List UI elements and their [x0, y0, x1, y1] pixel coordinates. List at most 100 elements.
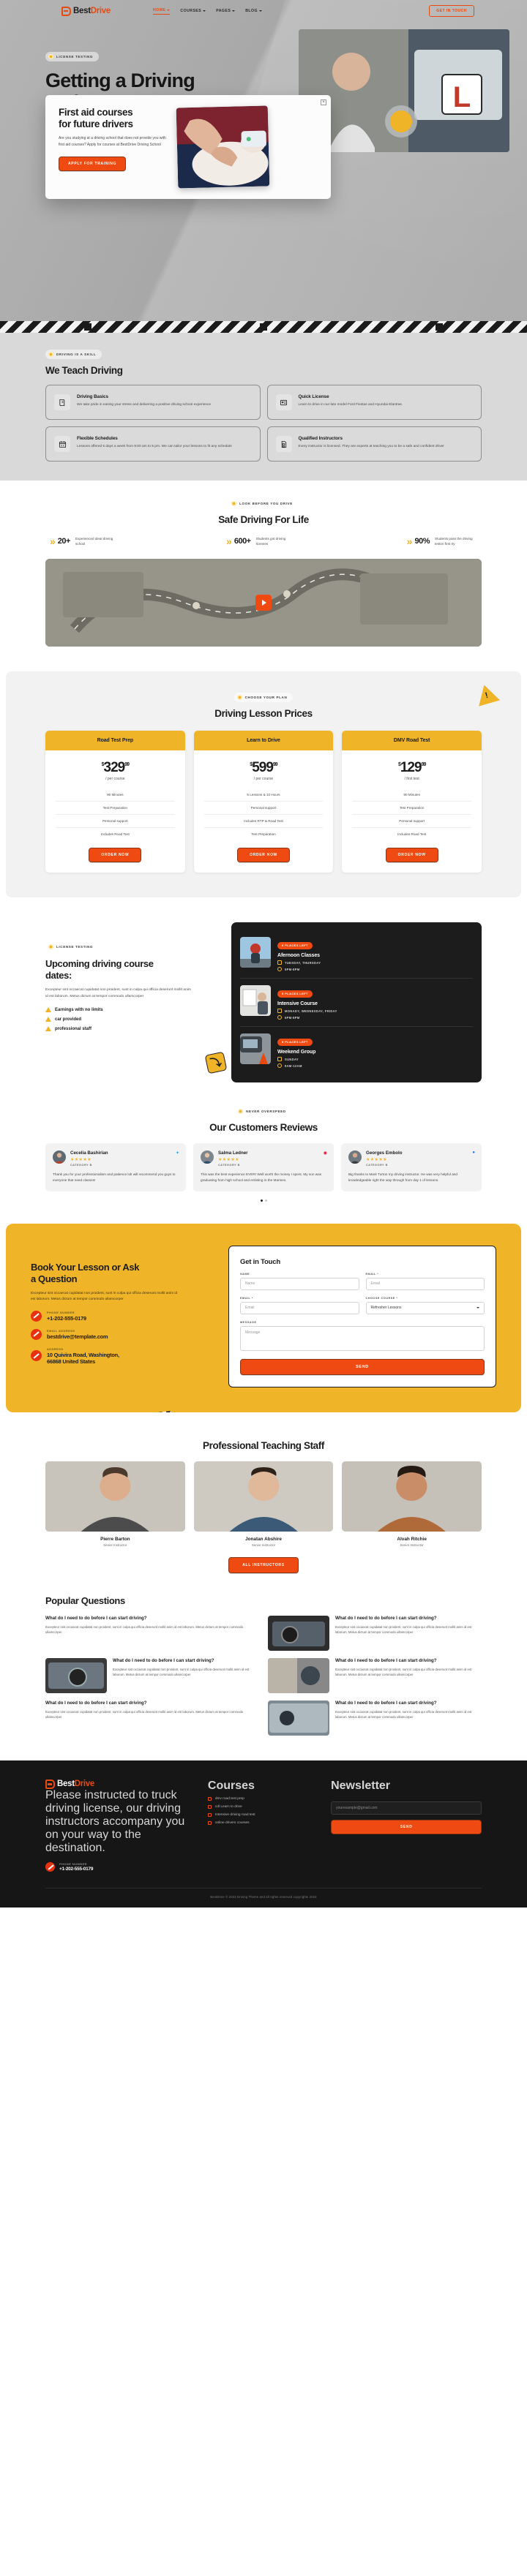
nav-item-pages[interactable]: PAGES	[216, 8, 236, 15]
course-select-value: Refresher Lessons	[370, 1306, 402, 1311]
hero-eyebrow-badge: LICENSE TESTING	[45, 52, 100, 61]
warning-triangle-icon	[45, 1017, 51, 1023]
nav-item-blog[interactable]: BLOG	[245, 8, 263, 15]
nav-item-courses[interactable]: COURSES	[180, 8, 206, 15]
pricing-eyebrow-text: CHOOSE YOUR PLAN	[244, 696, 288, 699]
email-input[interactable]: Email	[365, 1277, 485, 1290]
course-name: Weekend Group	[277, 1050, 316, 1055]
phone-value[interactable]: +1-202-555-0179	[47, 1315, 86, 1322]
phone-sign-icon	[31, 1310, 42, 1322]
twitter-icon[interactable]: ✦	[176, 1150, 179, 1156]
review-text: Big thanks to Mark Turton my driving ins…	[348, 1172, 458, 1183]
carousel-dot[interactable]	[264, 1199, 267, 1202]
message-textarea[interactable]: Message	[240, 1325, 485, 1351]
plan-feature: Includes Road Test	[100, 832, 130, 836]
newsletter-email-input[interactable]: yourexample@gmail.com	[331, 1801, 482, 1815]
footer-logo[interactable]: BestDrive	[45, 1779, 196, 1789]
footer-phone: PHONE NUMBER +1-202-555-0179	[45, 1861, 196, 1872]
contact-info: Book Your Lesson or Ask a Question Excep…	[31, 1246, 214, 1387]
plan-features: 90 Minutes Test Preparation Personal sup…	[352, 788, 471, 840]
form-title: Get in Touch	[240, 1257, 280, 1266]
stat-value: 600+	[233, 537, 251, 546]
faq-item[interactable]: What do I need to do before I can start …	[45, 1616, 259, 1651]
service-card[interactable]: Driving Basics We take pride in easing y…	[45, 385, 261, 420]
reviews-title: Our Customers Reviews	[209, 1122, 318, 1133]
footer-course-link[interactable]: dmv road test prep	[207, 1796, 319, 1801]
modal-title-line1: First aid courses	[59, 107, 133, 118]
warning-triangle-icon	[45, 1007, 51, 1013]
site-logo[interactable]: BestDrive	[61, 6, 111, 16]
rating-stars: ★★★★★	[70, 1158, 91, 1162]
faq-item[interactable]: What do I need to do before I can start …	[268, 1700, 482, 1736]
clock-icon	[277, 967, 282, 971]
faq-item[interactable]: What do I need to do before I can start …	[45, 1701, 259, 1736]
footer-about-text: Please instructed to truck driving licen…	[45, 1788, 185, 1854]
contact-address: ADDRESS 10 Quivira Road, Washington, 668…	[31, 1347, 214, 1365]
footer-phone-value[interactable]: +1-202-555-0179	[59, 1867, 93, 1872]
nav-item-home[interactable]: HOME	[153, 8, 171, 15]
chevron-down-icon	[167, 9, 171, 11]
footer-course-link[interactable]: Intensive driving road test	[207, 1812, 319, 1817]
get-in-touch-button[interactable]: GET IN TOUCH	[429, 5, 474, 17]
faq-item[interactable]: What do I need to do before I can start …	[268, 1615, 482, 1651]
course-row[interactable]: 6 PLACES LEFT Afernoon Classes TUESDAY, …	[240, 930, 473, 979]
chevron-down-icon	[232, 10, 236, 12]
driving-course-video[interactable]	[45, 559, 482, 647]
service-card[interactable]: Flexible Schedules Lessons offered 5 day…	[45, 426, 261, 462]
staff-role: Senior Instructor	[400, 1543, 424, 1547]
plan-feature: Personal support	[203, 802, 324, 815]
close-icon[interactable]: ×	[321, 99, 326, 105]
contact-title: Book Your Lesson or Ask a Question	[31, 1262, 214, 1285]
plan-order-button[interactable]: ORDER NOW	[89, 848, 142, 862]
course-list: 6 PLACES LEFT Afernoon Classes TUESDAY, …	[231, 922, 482, 1082]
faq-image	[268, 1657, 329, 1693]
footer-about: BestDrive Please instructed to truck dri…	[45, 1779, 196, 1872]
course-row[interactable]: 5 PLACES LEFT Intensive Course MONADY, W…	[240, 979, 473, 1027]
apply-for-training-button[interactable]: APPLY FOR TRAINING	[59, 157, 127, 172]
facebook-icon[interactable]: ●	[472, 1150, 475, 1155]
reviews-grid: ✦ Cecelia Bashirian ★★★★★ CATEGORY B Tha…	[45, 1143, 482, 1191]
course-label: CHOOSE COURSE *	[365, 1296, 398, 1300]
course-row[interactable]: 5 PLACES LEFT Weekend Group SUNDAY 9AM-1…	[240, 1027, 473, 1074]
faq-item[interactable]: What do I need to do before I can start …	[45, 1657, 259, 1693]
service-card[interactable]: Qualified Instructors Every instructor i…	[266, 426, 482, 462]
email-value[interactable]: bestdrive@template.com	[47, 1333, 108, 1340]
play-button[interactable]	[255, 595, 272, 611]
pricing-grid: Road Test Prep $32999 / per course 90 Mi…	[45, 731, 482, 873]
course-time-text: 5PM-8PM	[285, 967, 300, 971]
plan-order-button[interactable]: ORDER NOW	[237, 848, 290, 862]
phone-label: PHONE NUMBER	[47, 1310, 75, 1314]
contact-title-line2: a Question	[31, 1273, 78, 1284]
faq-image	[268, 1615, 329, 1651]
review-card: ✦ Cecelia Bashirian ★★★★★ CATEGORY B Tha…	[45, 1143, 186, 1191]
all-instructors-button[interactable]: ALL INSTRUCTORS	[228, 1556, 299, 1573]
stats-eyebrow-badge: LOOK BEFORE YOU DRIVE	[228, 499, 299, 508]
footer-course-label: cdl Learn to drive	[214, 1804, 242, 1809]
modal-title-line2: for future drivers	[59, 118, 133, 130]
course-select[interactable]: Refresher Lessons	[365, 1301, 485, 1314]
newsletter-send-button[interactable]: SEND	[331, 1819, 482, 1834]
staff-role: Senior Instructor	[103, 1543, 127, 1547]
plan-order-button[interactable]: ORDER NOW	[385, 848, 438, 862]
faq-item[interactable]: What do I need to do before I can start …	[268, 1657, 482, 1693]
plan-features: 90 Minutes Test Preparation Personal sup…	[56, 788, 175, 840]
name-input[interactable]: Name	[240, 1277, 359, 1290]
footer-course-link[interactable]: online drivers courses	[207, 1820, 319, 1825]
footer-newsletter-title: Newsletter	[331, 1779, 391, 1792]
stat-text: Students got driving licenses	[255, 536, 286, 546]
service-card-text: Every instructor is licensed. They are e…	[298, 445, 444, 448]
service-card[interactable]: Quick License Learn to drive in our late…	[266, 385, 482, 420]
carousel-dot[interactable]	[260, 1199, 263, 1202]
faq-section: Popular Questions What do I need to do b…	[0, 1573, 527, 1736]
plan-cents: 99	[124, 762, 130, 767]
plan-name: Learn to Drive	[193, 731, 334, 750]
contact-title-line1: Book Your Lesson or Ask	[31, 1261, 140, 1273]
bullet-square-icon	[207, 1796, 212, 1801]
stats-title: Safe Driving For Life	[218, 514, 309, 525]
email2-input[interactable]: Email	[240, 1301, 359, 1314]
footer-course-label: dmv road test prep	[214, 1796, 244, 1801]
send-button[interactable]: SEND	[240, 1358, 485, 1375]
id-card-icon	[275, 394, 292, 410]
pinterest-icon[interactable]: ◉	[324, 1150, 327, 1156]
footer-course-link[interactable]: cdl Learn to drive	[207, 1804, 319, 1809]
